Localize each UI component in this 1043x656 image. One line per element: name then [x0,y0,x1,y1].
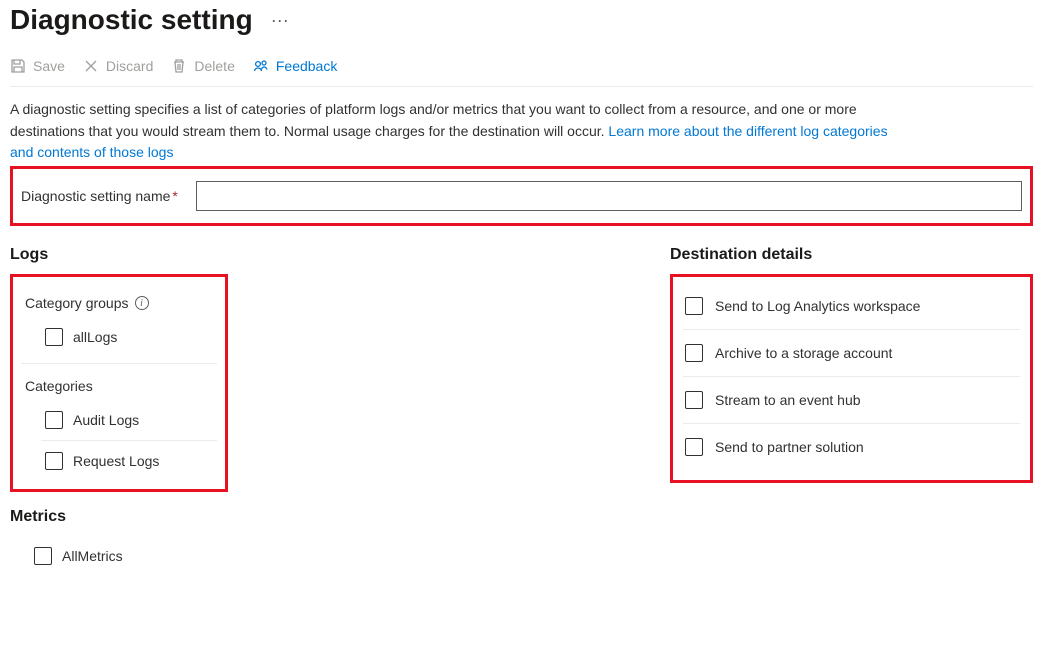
header: Diagnostic setting ··· [10,0,1033,50]
delete-icon [171,58,187,74]
send-partner-checkbox[interactable] [685,438,703,456]
required-indicator: * [172,188,177,204]
save-icon [10,58,26,74]
archive-storage-checkbox[interactable] [685,344,703,362]
send-log-analytics-checkbox[interactable] [685,297,703,315]
stream-event-hub-checkbox[interactable] [685,391,703,409]
page-title: Diagnostic setting [10,4,253,36]
request-logs-label: Request Logs [73,453,159,469]
allmetrics-label: AllMetrics [62,548,123,564]
category-groups-label: Category groups i [25,295,217,311]
feedback-label: Feedback [276,58,337,74]
feedback-icon [253,58,269,74]
audit-logs-checkbox[interactable] [45,411,63,429]
category-groups-text: Category groups [25,295,129,311]
send-partner-label: Send to partner solution [715,439,864,455]
metrics-heading: Metrics [10,508,630,526]
request-logs-checkbox[interactable] [45,452,63,470]
logs-box: Category groups i allLogs Categories Aud… [10,274,228,492]
stream-event-hub-label: Stream to an event hub [715,392,861,408]
alllogs-checkbox[interactable] [45,328,63,346]
intro-text: A diagnostic setting specifies a list of… [10,87,890,164]
destinations-box: Send to Log Analytics workspace Archive … [670,274,1033,483]
logs-heading: Logs [10,246,630,264]
discard-label: Discard [106,58,153,74]
context-menu-icon[interactable]: ··· [271,10,289,31]
name-field-label: Diagnostic setting name* [21,188,178,204]
allmetrics-checkbox[interactable] [34,547,52,565]
alllogs-label: allLogs [73,329,117,345]
audit-logs-label: Audit Logs [73,412,139,428]
send-log-analytics-label: Send to Log Analytics workspace [715,298,920,314]
name-field-row: Diagnostic setting name* [10,166,1033,226]
destinations-heading: Destination details [670,246,1033,264]
info-icon[interactable]: i [135,296,149,310]
delete-button[interactable]: Delete [171,56,234,76]
feedback-button[interactable]: Feedback [253,56,337,76]
save-button[interactable]: Save [10,56,65,76]
discard-button[interactable]: Discard [83,56,153,76]
save-label: Save [33,58,65,74]
delete-label: Delete [194,58,234,74]
archive-storage-label: Archive to a storage account [715,345,892,361]
diagnostic-setting-name-input[interactable] [196,181,1022,211]
categories-label: Categories [25,378,217,394]
discard-icon [83,58,99,74]
toolbar: Save Discard Delete Feedback [10,50,1033,87]
metrics-list: AllMetrics [10,536,228,576]
name-field-label-text: Diagnostic setting name [21,188,170,204]
